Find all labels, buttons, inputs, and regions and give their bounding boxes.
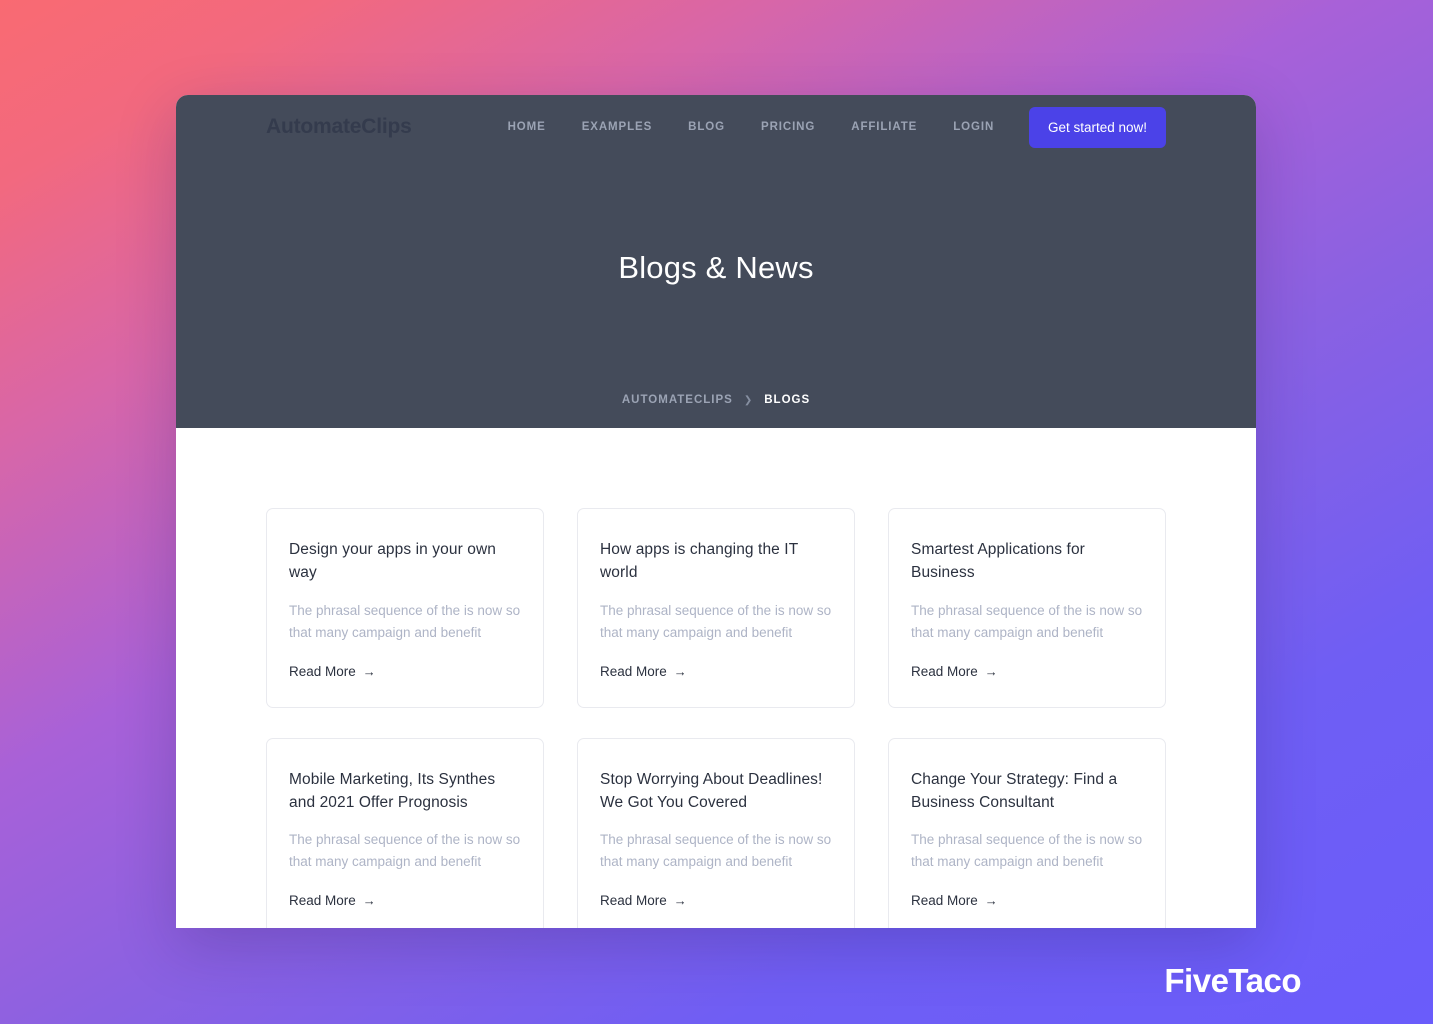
- blog-card-title: Mobile Marketing, Its Synthes and 2021 O…: [289, 770, 496, 811]
- blog-card[interactable]: Stop Worrying About Deadlines! We Got Yo…: [577, 737, 855, 928]
- nav-links: HOME EXAMPLES BLOG PRICING AFFILIATE LOG…: [490, 115, 1013, 139]
- blog-card-title: Change Your Strategy: Find a Business Co…: [911, 770, 1118, 811]
- nav-item-login[interactable]: LOGIN: [935, 115, 1012, 139]
- read-more-label: Read More: [600, 893, 667, 909]
- blog-card[interactable]: Change Your Strategy: Find a Business Co…: [888, 737, 1166, 928]
- blog-card[interactable]: Design your apps in your own way The phr…: [266, 508, 544, 708]
- blog-card-grid: Design your apps in your own way The phr…: [266, 508, 1166, 928]
- nav-item-home[interactable]: HOME: [490, 115, 564, 139]
- arrow-right-icon: →: [362, 663, 376, 679]
- arrow-right-icon: →: [673, 893, 687, 909]
- get-started-button[interactable]: Get started now!: [1028, 106, 1166, 148]
- blog-card-title: Design your apps in your own way: [289, 541, 496, 581]
- blog-card-description: The phrasal sequence of the is now so th…: [289, 602, 521, 640]
- blog-card-description: The phrasal sequence of the is now so th…: [600, 832, 832, 870]
- read-more-link[interactable]: Read More →: [289, 664, 376, 679]
- blog-card-title: Smartest Applications for Business: [911, 541, 1085, 581]
- nav-item-affiliate[interactable]: AFFILIATE: [833, 115, 935, 139]
- read-more-label: Read More: [911, 663, 978, 679]
- read-more-label: Read More: [289, 893, 356, 909]
- breadcrumb: AUTOMATECLIPS ❯ BLOGS: [176, 394, 1256, 406]
- nav-item-pricing[interactable]: PRICING: [743, 115, 833, 139]
- breadcrumb-item-current: BLOGS: [764, 394, 811, 406]
- nav-item-blog[interactable]: BLOG: [670, 115, 743, 139]
- blog-card-description: The phrasal sequence of the is now so th…: [911, 832, 1143, 870]
- blog-card[interactable]: Mobile Marketing, Its Synthes and 2021 O…: [266, 737, 544, 928]
- arrow-right-icon: →: [362, 893, 376, 909]
- blog-card-description: The phrasal sequence of the is now so th…: [911, 602, 1143, 640]
- blog-card[interactable]: Smartest Applications for Business The p…: [888, 508, 1166, 708]
- fivetaco-watermark: FiveTaco: [1164, 962, 1301, 999]
- page-title: Blogs & News: [618, 250, 814, 285]
- arrow-right-icon: →: [673, 663, 687, 679]
- chevron-right-icon: ❯: [743, 394, 754, 406]
- read-more-link[interactable]: Read More →: [600, 893, 687, 908]
- arrow-right-icon: →: [984, 893, 998, 909]
- blog-card-description: The phrasal sequence of the is now so th…: [289, 832, 521, 870]
- read-more-label: Read More: [600, 663, 667, 679]
- read-more-link[interactable]: Read More →: [600, 664, 687, 679]
- read-more-label: Read More: [289, 663, 356, 679]
- nav-item-examples[interactable]: EXAMPLES: [564, 115, 670, 139]
- blog-card-title: Stop Worrying About Deadlines! We Got Yo…: [600, 770, 823, 811]
- blog-card[interactable]: How apps is changing the IT world The ph…: [577, 508, 855, 708]
- read-more-label: Read More: [911, 893, 978, 909]
- hero-section: AutomateClips HOME EXAMPLES BLOG PRICING…: [176, 95, 1256, 428]
- breadcrumb-item-home[interactable]: AUTOMATECLIPS: [622, 394, 733, 406]
- blog-card-title: How apps is changing the IT world: [600, 541, 799, 581]
- read-more-link[interactable]: Read More →: [911, 893, 998, 908]
- arrow-right-icon: →: [984, 663, 998, 679]
- browser-page-frame: AutomateClips HOME EXAMPLES BLOG PRICING…: [176, 95, 1256, 928]
- read-more-link[interactable]: Read More →: [289, 893, 376, 908]
- blog-card-description: The phrasal sequence of the is now so th…: [600, 602, 832, 640]
- site-logo[interactable]: AutomateClips: [266, 115, 412, 139]
- site-navbar: AutomateClips HOME EXAMPLES BLOG PRICING…: [176, 95, 1256, 159]
- blog-list-section: Design your apps in your own way The phr…: [176, 428, 1256, 928]
- read-more-link[interactable]: Read More →: [911, 664, 998, 679]
